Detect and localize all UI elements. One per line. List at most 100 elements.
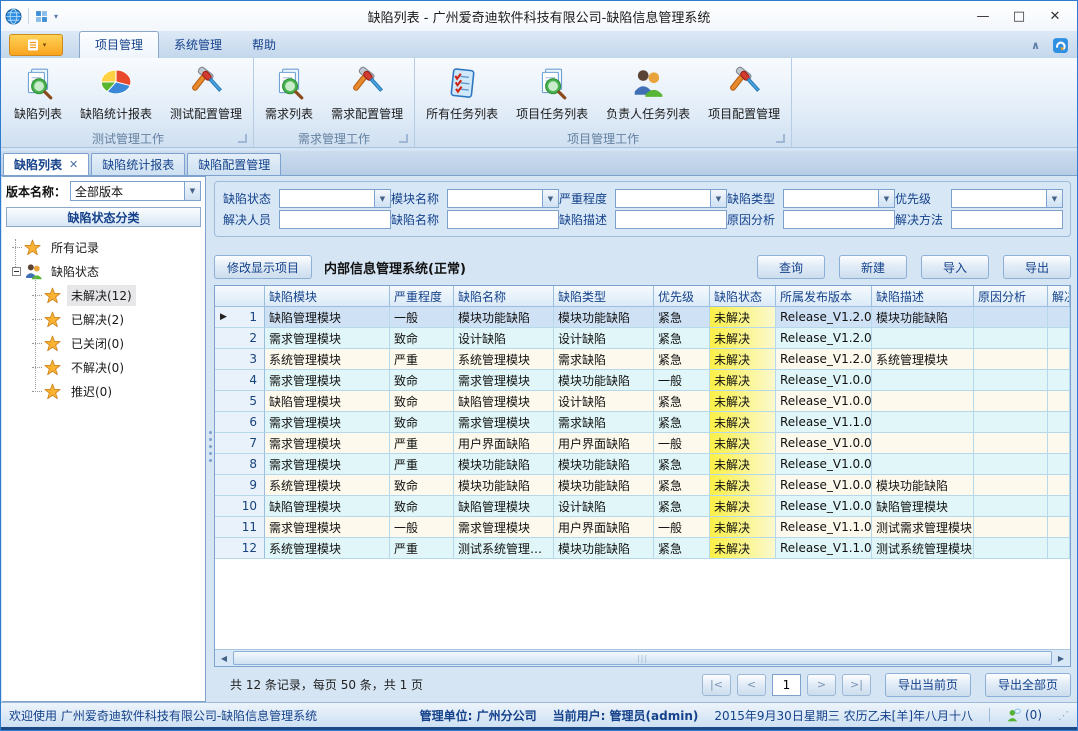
table-cell[interactable]: 需求管理模块 [265,454,390,475]
table-cell[interactable]: 需求缺陷 [554,412,654,433]
table-cell[interactable]: 设计缺陷 [554,328,654,349]
table-cell[interactable]: 需求管理模块 [454,370,554,391]
row-header[interactable]: 11 [215,517,265,538]
cell-defect-status[interactable]: 未解决 [710,454,776,475]
dialog-launcher-icon[interactable] [776,134,785,143]
cell-defect-status[interactable]: 未解决 [710,475,776,496]
cell-defect-status[interactable]: 未解决 [710,349,776,370]
scrollbar-thumb[interactable]: ||| [233,651,1052,665]
column-header-优先级[interactable]: 优先级 [654,286,710,307]
table-cell[interactable]: 模块功能缺陷 [454,454,554,475]
cell-defect-status[interactable]: 未解决 [710,370,776,391]
ribbon-button-测试配置管理[interactable]: 测试配置管理 [161,60,251,124]
quick-access-icon[interactable] [35,10,48,23]
tree-item-已关闭(0)[interactable]: 已关闭(0) [32,331,203,355]
chevron-down-icon[interactable]: ▼ [542,190,558,207]
tab-close-icon[interactable]: ✕ [69,158,78,171]
table-cell[interactable]: 需求管理模块 [265,328,390,349]
ribbon-tab-系统管理[interactable]: 系统管理 [159,32,237,58]
table-cell[interactable]: 模块功能缺陷 [454,475,554,496]
table-cell[interactable]: Release_V1.1.0 [776,517,872,538]
table-cell[interactable] [1048,370,1070,391]
table-cell[interactable]: 一般 [390,517,454,538]
tree-item-不解决(0)[interactable]: 不解决(0) [32,355,203,379]
application-menu-button[interactable]: ▾ [9,34,63,56]
column-header-缺陷描述[interactable]: 缺陷描述 [872,286,974,307]
table-cell[interactable]: 致命 [390,496,454,517]
table-cell[interactable]: Release_V1.2.0 [776,328,872,349]
table-cell[interactable]: 测试系统管理… [454,538,554,559]
table-cell[interactable] [872,433,974,454]
table-cell[interactable] [974,328,1048,349]
ribbon-button-缺陷列表[interactable]: 缺陷列表 [5,60,71,124]
table-cell[interactable]: 需求管理模块 [265,412,390,433]
table-cell[interactable]: Release_V1.0.0 [776,475,872,496]
ribbon-button-需求列表[interactable]: 需求列表 [256,60,322,124]
table-cell[interactable]: Release_V1.0.0 [776,454,872,475]
column-header-解决方法[interactable]: 解决方法 [1048,286,1070,307]
modify-display-items-button[interactable]: 修改显示项目 [214,255,312,279]
column-header-缺陷名称[interactable]: 缺陷名称 [454,286,554,307]
table-cell[interactable]: 系统管理模块 [265,475,390,496]
table-cell[interactable] [974,496,1048,517]
cell-defect-status[interactable]: 未解决 [710,391,776,412]
table-cell[interactable]: 一般 [654,517,710,538]
table-cell[interactable] [872,391,974,412]
version-select[interactable]: 全部版本 ▼ [70,181,201,201]
table-cell[interactable]: 模块功能缺陷 [872,475,974,496]
column-header-缺陷类型[interactable]: 缺陷类型 [554,286,654,307]
table-cell[interactable]: Release_V1.2.0 [776,349,872,370]
maximize-button[interactable]: □ [1001,3,1037,29]
table-cell[interactable] [1048,475,1070,496]
table-cell[interactable] [974,538,1048,559]
table-cell[interactable] [1048,538,1070,559]
table-cell[interactable]: 模块功能缺陷 [872,307,974,328]
ribbon-button-需求配置管理[interactable]: 需求配置管理 [322,60,412,124]
table-cell[interactable] [974,454,1048,475]
filter-select-优先级[interactable]: ▼ [951,189,1063,208]
row-header[interactable]: 8 [215,454,265,475]
export-all-pages-button[interactable]: 导出全部页 [985,673,1071,697]
cell-defect-status[interactable]: 未解决 [710,433,776,454]
resize-grip-icon[interactable]: ⋰ [1058,709,1069,722]
column-header-缺陷模块[interactable]: 缺陷模块 [265,286,390,307]
cell-defect-status[interactable]: 未解决 [710,412,776,433]
table-cell[interactable] [872,454,974,475]
prev-page-button[interactable]: < [737,674,766,696]
table-cell[interactable]: 缺陷管理模块 [265,496,390,517]
ribbon-button-所有任务列表[interactable]: 所有任务列表 [417,60,507,124]
row-header[interactable]: 9 [215,475,265,496]
table-cell[interactable] [1048,454,1070,475]
tree-item-已解决(2)[interactable]: 已解决(2) [32,307,203,331]
table-cell[interactable]: 需求缺陷 [554,349,654,370]
table-cell[interactable] [1048,517,1070,538]
column-header-缺陷状态[interactable]: 缺陷状态 [710,286,776,307]
table-cell[interactable]: 用户界面缺陷 [554,433,654,454]
table-cell[interactable]: 一般 [654,370,710,391]
table-cell[interactable]: Release_V1.0.0 [776,370,872,391]
table-cell[interactable]: 需求管理模块 [265,370,390,391]
table-cell[interactable]: 紧急 [654,412,710,433]
dialog-launcher-icon[interactable] [399,134,408,143]
filter-input-原因分析[interactable] [783,210,895,229]
table-cell[interactable]: 一般 [390,307,454,328]
table-cell[interactable] [1048,496,1070,517]
table-cell[interactable]: Release_V1.1.0 [776,538,872,559]
table-cell[interactable]: 系统管理模块 [265,538,390,559]
table-cell[interactable]: 需求管理模块 [454,412,554,433]
table-cell[interactable]: 设计缺陷 [554,496,654,517]
table-cell[interactable] [974,307,1048,328]
table-cell[interactable]: 模块功能缺陷 [554,370,654,391]
row-header[interactable]: 6 [215,412,265,433]
filter-input-缺陷描述[interactable] [615,210,727,229]
doc-tab-缺陷列表[interactable]: 缺陷列表✕ [3,153,89,175]
table-cell[interactable]: 致命 [390,391,454,412]
table-cell[interactable]: 一般 [654,433,710,454]
filter-input-解决方法[interactable] [951,210,1063,229]
cell-defect-status[interactable]: 未解决 [710,307,776,328]
tree-collapse-icon[interactable] [12,267,21,276]
tree-item-未解决(12)[interactable]: 未解决(12) [32,283,203,307]
row-header[interactable]: 5 [215,391,265,412]
export-current-page-button[interactable]: 导出当前页 [885,673,971,697]
row-header[interactable]: 4 [215,370,265,391]
